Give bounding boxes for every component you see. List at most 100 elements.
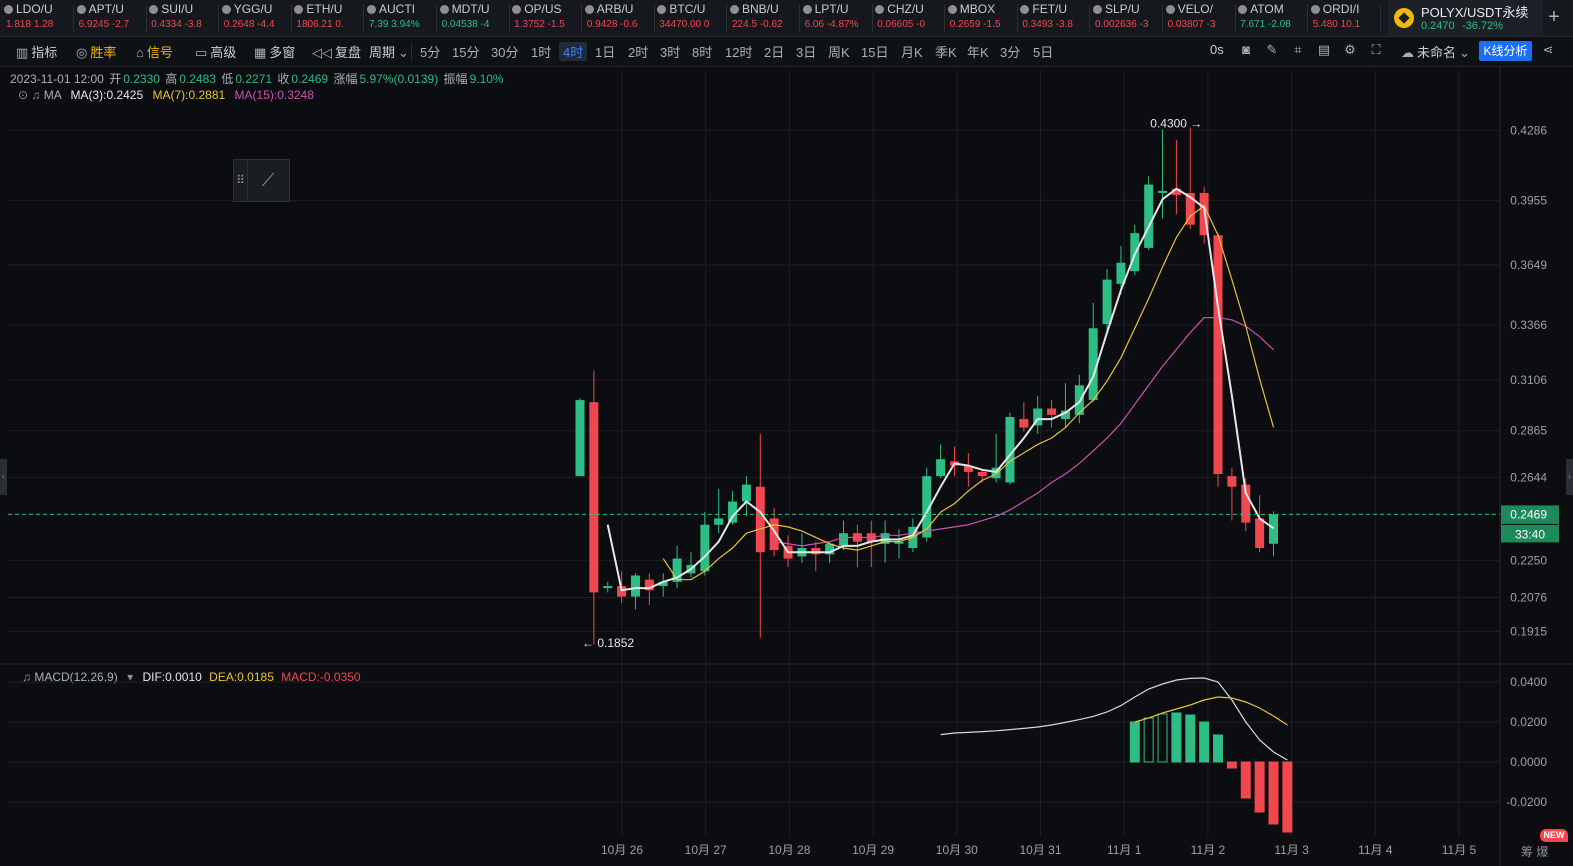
ticker-item[interactable]: CHZ/U 0.06605 -0 bbox=[875, 0, 947, 36]
interval-12[interactable]: 周K bbox=[828, 42, 850, 61]
interval-0[interactable]: 5分 bbox=[420, 42, 440, 61]
interval-15[interactable]: 季K bbox=[935, 42, 957, 61]
ticker-item[interactable]: AUCTI 7.39 3.94% bbox=[367, 0, 439, 36]
ticker-item[interactable]: APT/U 6.9245 -2.7 bbox=[76, 0, 149, 36]
interval-2[interactable]: 30分 bbox=[491, 42, 518, 61]
ticker-item[interactable]: YGG/U 0.2648 -4.4 bbox=[221, 0, 294, 36]
add-tab-button[interactable]: + bbox=[1541, 4, 1567, 30]
coin-icon bbox=[367, 5, 376, 14]
candle[interactable] bbox=[1144, 184, 1154, 248]
pencil-icon[interactable]: ✎ bbox=[1265, 43, 1279, 57]
candle[interactable] bbox=[1255, 518, 1265, 548]
camera-icon[interactable]: ◙ bbox=[1239, 43, 1253, 57]
ticker-item[interactable]: BTC/U 34470.00 0 bbox=[657, 0, 729, 36]
candle[interactable] bbox=[741, 484, 751, 502]
macd-histogram-bar bbox=[1282, 761, 1293, 833]
ticker-price: 0.06605 -0 bbox=[877, 19, 926, 30]
candle[interactable] bbox=[755, 486, 765, 553]
candle[interactable] bbox=[589, 402, 599, 593]
y-tick-label: 0.3106 bbox=[1510, 373, 1547, 387]
advanced-icon: ▭ bbox=[195, 45, 208, 60]
divider bbox=[508, 4, 510, 32]
drawing-tool-panel[interactable]: ⠿ ⟋ bbox=[233, 159, 290, 202]
candle[interactable] bbox=[839, 533, 849, 546]
interval-4[interactable]: 4时 bbox=[559, 42, 588, 61]
x-tick-label: 11月 3 bbox=[1274, 843, 1309, 857]
fullscreen-icon[interactable]: ⛶ bbox=[1369, 43, 1383, 57]
ticker-item[interactable]: MBOX 0.2659 -1.5 bbox=[947, 0, 1020, 36]
ticker-item[interactable]: VELO/0.03807 -3 bbox=[1165, 0, 1238, 36]
chart-layout-icon[interactable]: ⌗ bbox=[1291, 43, 1305, 57]
macd-histogram-bar bbox=[1226, 761, 1237, 769]
period-dropdown[interactable]: 周期 ⌄ bbox=[369, 42, 412, 61]
candle[interactable] bbox=[714, 518, 724, 525]
candle[interactable] bbox=[1227, 476, 1237, 487]
interval-1[interactable]: 15分 bbox=[452, 42, 479, 61]
candle[interactable] bbox=[630, 575, 640, 597]
winrate-label: 胜率 bbox=[90, 45, 117, 60]
ticker-item[interactable]: SUI/U 0.4334 -3.8 bbox=[149, 0, 221, 36]
coin-icon bbox=[947, 5, 957, 14]
candle[interactable] bbox=[1019, 419, 1029, 428]
current-symbol-tab[interactable]: POLYX/USDT永续 0.2470 -36.72% bbox=[1388, 0, 1543, 36]
kline-analysis-button[interactable]: K线分析 bbox=[1479, 41, 1532, 61]
candle[interactable] bbox=[1158, 190, 1168, 193]
indicator-button[interactable]: ▥ 指标 bbox=[16, 42, 57, 61]
ticker-item[interactable]: SLP/U 0.002636 -3 bbox=[1093, 0, 1165, 36]
signal-button[interactable]: ⌂ 信号 bbox=[136, 42, 173, 61]
candle[interactable] bbox=[1269, 514, 1278, 544]
ticker-item[interactable]: BNB/U 224.5 -0.62 bbox=[730, 0, 802, 36]
candle[interactable] bbox=[603, 586, 613, 589]
coin-icon bbox=[439, 5, 449, 14]
ticker-item[interactable]: ARB/U 0.9428 -0.6 bbox=[584, 0, 657, 36]
right-panel-toggle[interactable]: › bbox=[1566, 459, 1573, 495]
bottom-tool-icons[interactable]: 筹 爆 bbox=[1521, 843, 1548, 860]
candle[interactable] bbox=[936, 459, 946, 477]
candle[interactable] bbox=[1047, 408, 1057, 415]
interval-7[interactable]: 3时 bbox=[660, 42, 680, 61]
ticker-price: 224.5 -0.62 bbox=[732, 19, 783, 30]
candle[interactable] bbox=[1213, 235, 1223, 475]
ticker-item[interactable]: OP/US 1.3752 -1.5 bbox=[512, 0, 584, 36]
ticker-item[interactable]: LPT/U 6.06 -4.87% bbox=[802, 0, 875, 36]
divider bbox=[1162, 4, 1163, 32]
candle[interactable] bbox=[977, 471, 987, 477]
candle[interactable] bbox=[700, 524, 710, 572]
interval-11[interactable]: 3日 bbox=[796, 42, 816, 61]
trend-line-icon[interactable]: ⟋ bbox=[247, 160, 289, 201]
interval-14[interactable]: 月K bbox=[901, 42, 923, 61]
interval-18[interactable]: 5日 bbox=[1033, 42, 1053, 61]
interval-17[interactable]: 3分 bbox=[1000, 42, 1020, 61]
interval-5[interactable]: 1日 bbox=[595, 42, 615, 61]
replay-button[interactable]: ◁◁ 复盘 bbox=[312, 42, 361, 61]
share-icon[interactable]: ⋖ bbox=[1541, 43, 1555, 57]
coin-icon bbox=[584, 5, 594, 14]
drag-handle-icon[interactable]: ⠿ bbox=[234, 160, 248, 201]
candle[interactable] bbox=[811, 548, 821, 555]
winrate-button[interactable]: ◎ 胜率 bbox=[76, 42, 116, 61]
interval-13[interactable]: 15日 bbox=[861, 42, 888, 61]
ticker-item[interactable]: ETH/U 1806.21 0. bbox=[294, 0, 366, 36]
interval-10[interactable]: 2日 bbox=[764, 42, 784, 61]
ticker-item[interactable]: ATOM 7.671 -2.08 bbox=[1238, 0, 1310, 36]
candle[interactable] bbox=[575, 400, 585, 477]
gear-icon[interactable]: ⚙ bbox=[1343, 43, 1357, 57]
ticker-item[interactable]: ORDI/I 5.480 10.1 bbox=[1310, 0, 1383, 36]
interval-16[interactable]: 年K bbox=[967, 42, 989, 61]
interval-8[interactable]: 8时 bbox=[692, 42, 712, 61]
ticker-item[interactable]: LDO/U 1.818 1.28 bbox=[4, 0, 76, 36]
interval-9[interactable]: 12时 bbox=[725, 42, 752, 61]
advanced-button[interactable]: ▭ 高级 bbox=[195, 42, 236, 61]
interval-6[interactable]: 2时 bbox=[628, 42, 648, 61]
calculator-icon[interactable]: ▤ bbox=[1317, 43, 1331, 57]
ticker-item[interactable]: MDT/U 0.04538 -4 bbox=[439, 0, 512, 36]
multiwin-button[interactable]: ▦ 多窗 bbox=[254, 42, 295, 61]
candle[interactable] bbox=[1102, 279, 1112, 324]
left-panel-toggle[interactable]: ‹ bbox=[0, 459, 7, 495]
layout-name-dropdown[interactable]: ☁ 未命名 ⌄ bbox=[1401, 42, 1473, 61]
interval-3[interactable]: 1时 bbox=[531, 42, 551, 61]
y-tick-label: 0.3649 bbox=[1510, 258, 1547, 272]
ticker-item[interactable]: FET/U 0.3493 -3.8 bbox=[1020, 0, 1092, 36]
x-tick-label: 10月 28 bbox=[768, 843, 810, 857]
y-tick-label: 0.2076 bbox=[1510, 590, 1547, 604]
